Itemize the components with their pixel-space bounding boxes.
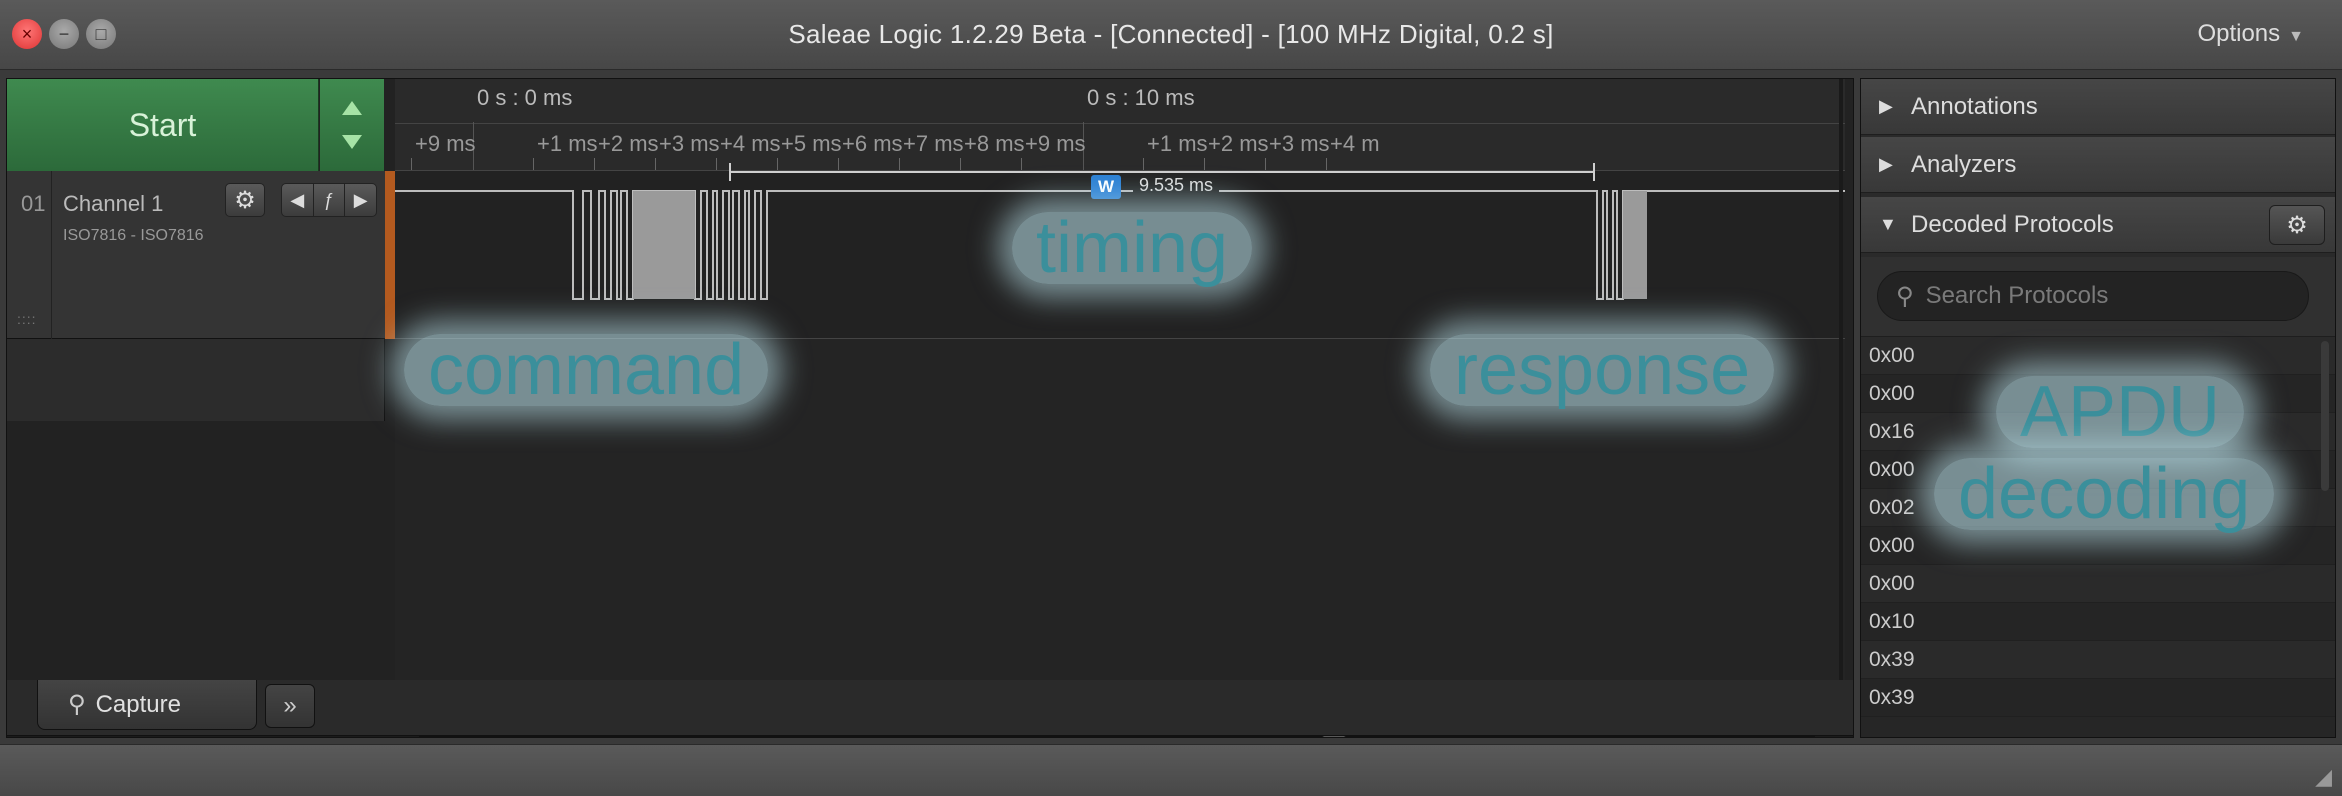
abs-time-label: 0 s : 10 ms <box>1087 85 1195 110</box>
timeline-tick <box>1326 158 1327 170</box>
decoded-protocols-label: Decoded Protocols <box>1911 210 2114 238</box>
measurement-cap <box>1593 163 1595 181</box>
tick-label: +4 m <box>1330 131 1380 156</box>
title-bar: × − □ Saleae Logic 1.2.29 Beta - [Connec… <box>0 0 2342 70</box>
tab-strip: ⚲ Capture » <box>6 680 1854 736</box>
timeline-separator <box>395 123 1845 124</box>
timeline-tick <box>1143 158 1144 170</box>
channel-settings-button[interactable]: ⚙ <box>225 183 265 217</box>
annotations-label: Annotations <box>1911 92 2038 120</box>
tick-label: +2 ms <box>598 131 659 156</box>
timeline-header[interactable]: 0 s : 0 ms 0 s : 10 ms +9 ms +1 ms +2 ms… <box>395 79 1845 171</box>
tick-label: +8 ms <box>964 131 1025 156</box>
tick-label: +2 ms <box>1208 131 1269 156</box>
overlay-decoding: decoding <box>1934 458 2275 530</box>
search-box[interactable]: ⚲ <box>1877 271 2309 321</box>
list-item[interactable]: 0x00 <box>1861 565 2335 603</box>
resize-grip-icon[interactable]: ◢ <box>2315 764 2332 790</box>
tick-label: +9 ms <box>415 131 476 156</box>
gear-icon: ⚙ <box>234 186 256 214</box>
tick-label: +4 ms <box>720 131 781 156</box>
width-measurement-badge[interactable]: W <box>1091 175 1121 199</box>
options-label: Options <box>2197 20 2281 47</box>
tick-label: +3 ms <box>659 131 720 156</box>
window-title: Saleae Logic 1.2.29 Beta - [Connected] -… <box>788 19 1554 49</box>
list-item[interactable]: 0x00 <box>1861 337 2335 375</box>
measurement-line <box>729 171 1595 173</box>
overlay-timing: timing <box>1012 212 1253 284</box>
search-container: ⚲ <box>1861 257 2335 337</box>
overlay-apdu: APDU <box>1996 376 2245 448</box>
drag-handle-icon[interactable]: :::: <box>17 311 37 327</box>
channel-name[interactable]: Channel 1 <box>63 191 163 217</box>
decoded-protocols-section-header[interactable]: ▼ Decoded Protocols ⚙ <box>1861 197 2335 253</box>
measurement-value: 9.535 ms <box>1133 175 1220 196</box>
tick-label: +6 ms <box>842 131 903 156</box>
analyzers-label: Analyzers <box>1911 150 2017 178</box>
trigger-edge-button[interactable]: ƒ <box>314 184 346 216</box>
channel-color-bar <box>385 171 395 339</box>
tick-label: +1 ms <box>537 131 598 156</box>
search-icon: ⚲ <box>1896 282 1914 310</box>
overlay-response: response <box>1430 334 1775 406</box>
tick-label: +7 ms <box>903 131 964 156</box>
arrow-down-icon[interactable] <box>342 135 362 149</box>
status-bar: ◢ <box>0 744 2342 796</box>
timeline-tick <box>533 158 534 170</box>
tick-label: +5 ms <box>781 131 842 156</box>
start-button[interactable]: Start <box>7 79 319 171</box>
trigger-next-button[interactable]: ▶ <box>345 184 376 216</box>
timeline-tick <box>899 158 900 170</box>
timeline-tick <box>1021 158 1022 170</box>
triangle-down-icon: ▼ <box>1879 214 1897 234</box>
measurement-cap <box>729 163 731 181</box>
annotations-section-header[interactable]: ▶ Annotations <box>1861 79 2335 135</box>
vertical-scrollbar[interactable] <box>2321 341 2329 491</box>
search-icon: ⚲ <box>68 691 86 718</box>
waveform-burst <box>1623 191 1647 299</box>
triangle-right-icon: ▶ <box>1879 96 1893 116</box>
channel-number: 01 <box>21 191 46 216</box>
trigger-prev-button[interactable]: ◀ <box>282 184 314 216</box>
timeline-tick <box>594 158 595 170</box>
channel-protocol: ISO7816 - ISO7816 <box>63 227 204 244</box>
tick-label: +9 ms <box>1025 131 1086 156</box>
more-tabs-button[interactable]: » <box>265 684 315 728</box>
timeline-tick <box>655 158 656 170</box>
tick-label: +3 ms <box>1269 131 1330 156</box>
analyzers-section-header[interactable]: ▶ Analyzers <box>1861 137 2335 193</box>
abs-time-label: 0 s : 0 ms <box>477 85 573 110</box>
search-protocols-input[interactable] <box>1925 282 2286 310</box>
timeline-tick <box>411 158 412 170</box>
list-item[interactable]: 0x10 <box>1861 603 2335 641</box>
panel-divider[interactable] <box>1839 79 1843 711</box>
tick-label: +1 ms <box>1147 131 1208 156</box>
tab-capture-label: Capture <box>95 690 181 718</box>
waveform-burst <box>633 191 695 299</box>
timeline-tick <box>716 158 717 170</box>
capture-settings-stepper[interactable] <box>320 79 384 171</box>
timeline-tick <box>1204 158 1205 170</box>
timeline-tick <box>838 158 839 170</box>
trigger-controls: ◀ ƒ ▶ <box>281 183 377 217</box>
timeline-tick <box>777 158 778 170</box>
gear-icon: ⚙ <box>2286 211 2308 239</box>
overlay-command: command <box>404 334 769 406</box>
list-item[interactable]: 0x39 <box>1861 641 2335 679</box>
decoded-protocols-settings-button[interactable]: ⚙ <box>2269 205 2325 245</box>
arrow-up-icon[interactable] <box>342 101 362 115</box>
channel-separator <box>51 171 52 339</box>
list-item[interactable]: 0x39 <box>1861 679 2335 717</box>
timeline-tick <box>960 158 961 170</box>
timeline-tick <box>1265 158 1266 170</box>
options-menu[interactable]: Options ▼ <box>2197 20 2304 48</box>
tab-capture[interactable]: ⚲ Capture <box>37 680 257 730</box>
triangle-right-icon: ▶ <box>1879 154 1893 174</box>
channel-row[interactable]: 01 Channel 1 ISO7816 - ISO7816 ⚙ ◀ ƒ ▶ :… <box>7 171 385 339</box>
chevron-down-icon: ▼ <box>2288 28 2304 45</box>
